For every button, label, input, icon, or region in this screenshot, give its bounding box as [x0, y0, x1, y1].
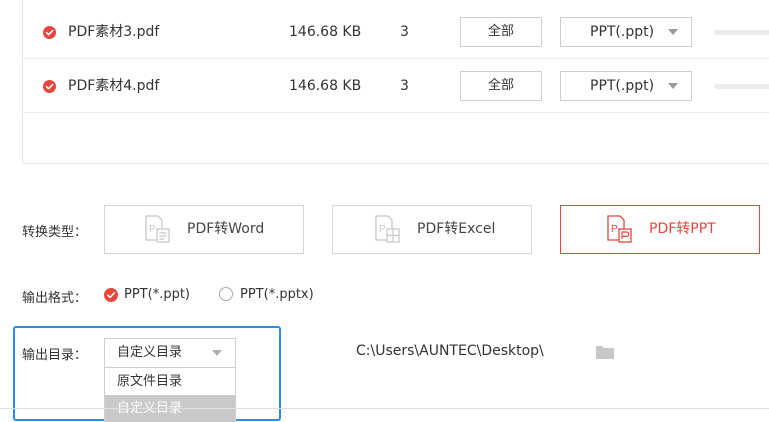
- pdf-to-word-label: PDF转Word: [187, 221, 265, 237]
- chevron-down-icon: [212, 350, 222, 356]
- check-circle-icon[interactable]: [43, 80, 56, 93]
- pdf-to-ppt-button[interactable]: P PDF转PPT: [560, 205, 760, 254]
- pdf-file-icon: P: [607, 215, 632, 243]
- check-circle-icon[interactable]: [43, 26, 56, 39]
- file-name: PDF素材3.pdf: [68, 24, 160, 40]
- pdf-to-word-button[interactable]: P PDF转Word: [104, 205, 304, 254]
- radio-ppt[interactable]: [104, 288, 118, 302]
- pdf-file-icon: P: [145, 215, 170, 243]
- chevron-down-icon: [668, 29, 678, 35]
- svg-text:P: P: [149, 224, 156, 235]
- format-select[interactable]: PPT(.ppt): [560, 71, 692, 101]
- svg-text:P: P: [379, 224, 386, 235]
- convert-type-label: 转换类型：: [22, 225, 88, 240]
- file-size: 146.68 KB: [289, 78, 362, 94]
- page-range-button[interactable]: 全部: [460, 71, 542, 101]
- file-name: PDF素材4.pdf: [68, 78, 160, 94]
- dropdown-option-source-dir[interactable]: 原文件目录: [105, 368, 235, 395]
- radio-ppt-label[interactable]: PPT(*.ppt): [124, 287, 190, 302]
- check-icon: [107, 292, 116, 299]
- output-dir-dropdown: 原文件目录 自定义目录: [104, 367, 236, 422]
- radio-pptx[interactable]: [219, 287, 233, 301]
- chevron-down-icon: [668, 83, 678, 89]
- format-select[interactable]: PPT(.ppt): [560, 17, 692, 47]
- file-row[interactable]: PDF素材4.pdf 146.68 KB 3 全部 PPT(.ppt): [23, 60, 769, 113]
- page-count: 3: [400, 24, 409, 40]
- format-select-value: PPT(.ppt): [590, 78, 655, 94]
- radio-pptx-label[interactable]: PPT(*.pptx): [240, 287, 314, 302]
- output-dir-label: 输出目录：: [22, 348, 88, 363]
- output-format-label: 输出格式：: [22, 291, 88, 306]
- pdf-to-excel-label: PDF转Excel: [417, 221, 496, 237]
- pdf-to-ppt-label: PDF转PPT: [649, 221, 716, 237]
- page-count: 3: [400, 78, 409, 94]
- conversion-progress: [714, 84, 769, 89]
- divider: [0, 408, 769, 409]
- page-range-button[interactable]: 全部: [460, 17, 542, 47]
- output-dir-select[interactable]: 自定义目录: [104, 338, 236, 368]
- format-select-value: PPT(.ppt): [590, 24, 655, 40]
- output-dir-select-value: 自定义目录: [117, 345, 183, 360]
- file-size: 146.68 KB: [289, 24, 362, 40]
- pdf-file-icon: P: [375, 215, 400, 243]
- folder-icon[interactable]: [595, 344, 615, 360]
- pdf-to-excel-button[interactable]: P PDF转Excel: [332, 205, 532, 254]
- output-path: C:\Users\AUNTEC\Desktop\: [356, 343, 544, 359]
- conversion-progress: [714, 30, 769, 35]
- svg-text:P: P: [611, 224, 618, 235]
- file-row[interactable]: PDF素材3.pdf 146.68 KB 3 全部 PPT(.ppt): [23, 6, 769, 59]
